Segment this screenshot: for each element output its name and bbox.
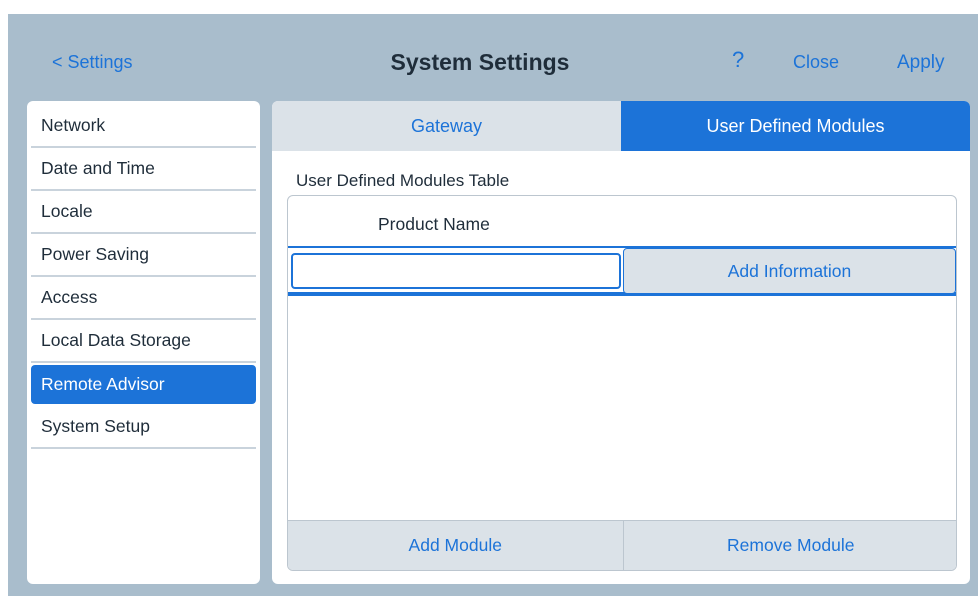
sidebar-item-access[interactable]: Access [31,277,256,320]
sidebar: Network Date and Time Locale Power Savin… [27,101,260,584]
tab-bar: Gateway User Defined Modules [272,101,970,151]
add-information-button[interactable]: Add Information [623,248,956,294]
modules-table: Product Name Add Information Add Module … [287,195,957,571]
sidebar-item-remote-advisor[interactable]: Remote Advisor [31,365,256,404]
sidebar-item-power-saving[interactable]: Power Saving [31,234,256,277]
close-button[interactable]: Close [793,52,839,73]
column-header-product-name: Product Name [378,214,490,234]
apply-button[interactable]: Apply [897,52,945,74]
tab-gateway[interactable]: Gateway [272,101,621,151]
sidebar-item-network[interactable]: Network [31,105,256,148]
tab-user-defined-modules[interactable]: User Defined Modules [621,101,970,151]
sidebar-item-local-data-storage[interactable]: Local Data Storage [31,320,256,363]
table-row[interactable]: Add Information [288,246,956,296]
section-label: User Defined Modules Table [296,171,510,190]
table-footer: Add Module Remove Module [288,520,957,570]
add-module-button[interactable]: Add Module [288,521,623,570]
remove-module-button[interactable]: Remove Module [622,521,957,570]
help-button[interactable]: ? [732,47,744,73]
product-name-input[interactable] [291,253,621,289]
sidebar-item-locale[interactable]: Locale [31,191,256,234]
sidebar-item-system-setup[interactable]: System Setup [31,406,256,449]
main-panel: Gateway User Defined Modules User Define… [272,101,970,584]
sidebar-item-date-and-time[interactable]: Date and Time [31,148,256,191]
